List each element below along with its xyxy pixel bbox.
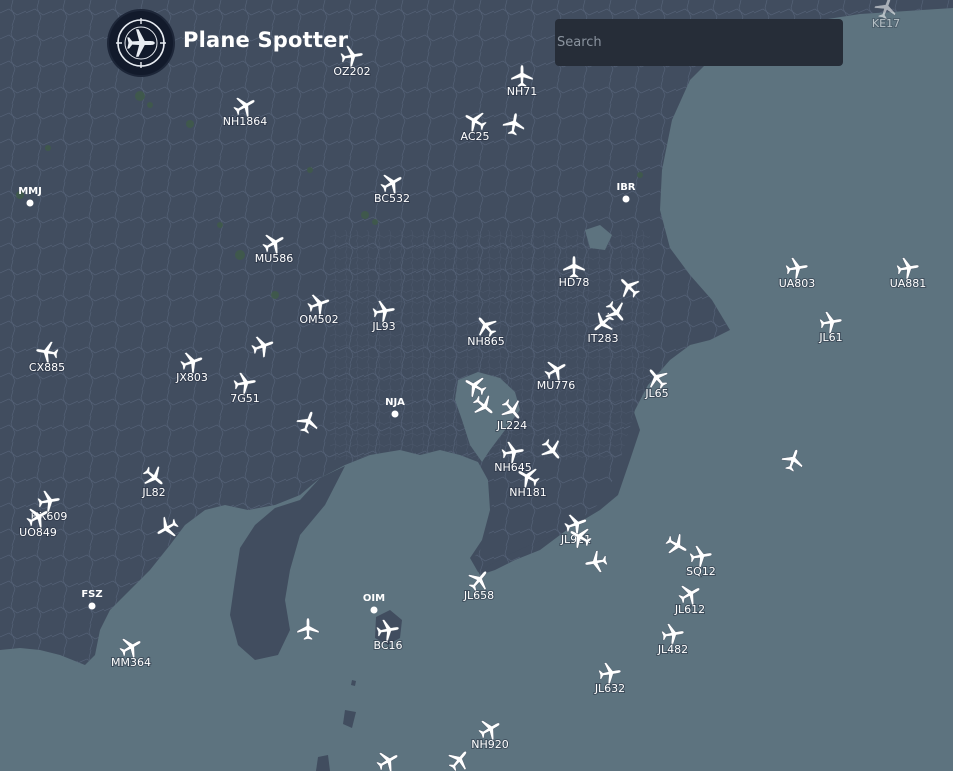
flight-callsign-label: NH645 bbox=[494, 461, 532, 474]
place-code-label: OIM bbox=[363, 593, 385, 604]
flight-callsign-label: KE17 bbox=[872, 17, 900, 30]
flight-callsign-label: JL482 bbox=[657, 643, 688, 656]
place-dot bbox=[622, 195, 630, 203]
flight-callsign-label: MU586 bbox=[255, 252, 294, 265]
flight-callsign-label: CX885 bbox=[29, 361, 65, 374]
place-dot bbox=[391, 410, 399, 418]
small-island-2 bbox=[316, 755, 330, 771]
place-code-label: NJA bbox=[385, 397, 405, 408]
search-input[interactable] bbox=[555, 19, 843, 66]
flight-callsign-label: NH181 bbox=[509, 486, 547, 499]
flight-callsign-label: UO849 bbox=[19, 526, 57, 539]
flight-callsign-label: SQ12 bbox=[686, 565, 716, 578]
flight-callsign-label: OZ202 bbox=[333, 65, 370, 78]
flight-callsign-label: JL224 bbox=[496, 419, 527, 432]
flight-callsign-label: NH920 bbox=[471, 738, 509, 751]
place-dot bbox=[26, 199, 34, 207]
flight-callsign-label: JL65 bbox=[644, 387, 668, 400]
flight-callsign-label: JL632 bbox=[594, 682, 625, 695]
flight-callsign-label: MU776 bbox=[537, 379, 576, 392]
place-dot bbox=[88, 602, 96, 610]
place-dot bbox=[370, 606, 378, 614]
flight-callsign-label: NH1864 bbox=[223, 115, 268, 128]
flight-callsign-label: UA803 bbox=[779, 277, 816, 290]
flight-callsign-label: HD78 bbox=[559, 276, 590, 289]
flight-callsign-label: NH865 bbox=[467, 335, 505, 348]
flight-callsign-label: OM502 bbox=[299, 313, 338, 326]
flight-callsign-label: AC25 bbox=[460, 130, 489, 143]
flight-callsign-label: MM364 bbox=[111, 656, 151, 669]
flight-callsign-label: JL82 bbox=[141, 486, 165, 499]
flight-callsign-label: BC532 bbox=[374, 192, 410, 205]
flight-callsign-label: BC16 bbox=[373, 639, 402, 652]
flight-callsign-label: 7G51 bbox=[230, 392, 260, 405]
flight-callsign-label: JL61 bbox=[818, 331, 842, 344]
map-canvas[interactable]: MMJ IBR NJA FSZ OIM OZ202 NH71 NH1864 AC25 BC532… bbox=[0, 0, 953, 771]
place-code-label: MMJ bbox=[18, 186, 42, 197]
flight-callsign-label: IT283 bbox=[588, 332, 619, 345]
place-code-label: FSZ bbox=[81, 589, 102, 600]
place-code-label: IBR bbox=[616, 182, 635, 193]
flight-callsign-label: NH71 bbox=[507, 85, 538, 98]
flight-callsign-label: JL93 bbox=[371, 320, 395, 333]
flight-callsign-label: JL612 bbox=[674, 603, 705, 616]
compass-plane-icon bbox=[116, 18, 166, 68]
flight-callsign-label: JL658 bbox=[463, 589, 494, 602]
flight-callsign-label: UA881 bbox=[890, 277, 927, 290]
app-title: Plane Spotter bbox=[183, 28, 349, 52]
app-logo[interactable] bbox=[109, 11, 173, 75]
flight-callsign-label: JX803 bbox=[175, 371, 208, 384]
